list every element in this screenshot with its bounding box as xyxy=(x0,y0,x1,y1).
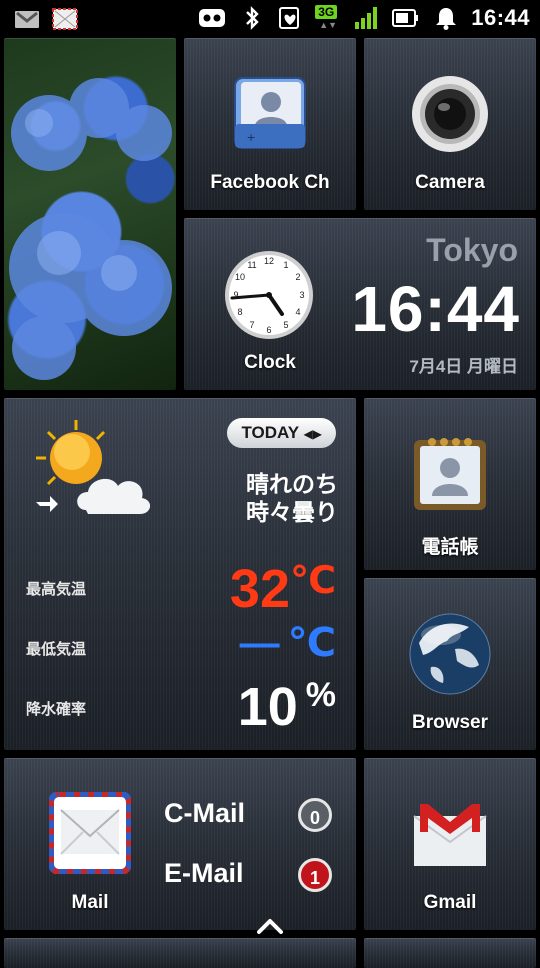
clock-tile[interactable]: 12 1 2 345 678 9 10 11 Clock Tokyo 16:44 7月4… xyxy=(184,218,536,390)
weather-tile[interactable]: TODAY ◀▶ 晴れのち 時々曇り 最高気温 32℃ 最低気温 — ℃ 降水確率… xyxy=(4,398,356,750)
weather-description: 晴れのち 時々曇り xyxy=(246,470,338,526)
status-bar: 3G ▲▼ 16:44 xyxy=(0,0,540,38)
high-temp-value: 32℃ xyxy=(230,558,336,620)
svg-text:10: 10 xyxy=(235,272,245,282)
partial-tile-left xyxy=(4,938,356,968)
mail-notification-icon xyxy=(52,8,78,30)
gmail-notification-icon xyxy=(15,11,39,28)
contacts-tile[interactable]: 電話帳 xyxy=(364,398,536,570)
address-book-icon xyxy=(414,438,486,510)
gmail-envelope-icon xyxy=(413,804,487,866)
today-label: TODAY xyxy=(241,423,299,442)
photo-widget[interactable] xyxy=(4,38,176,390)
high-temp-number: 32 xyxy=(229,559,290,619)
analog-clock-icon: 12 12 345 678 91011 xyxy=(225,251,313,339)
mail-label: Mail xyxy=(71,892,109,913)
facebook-chat-label: Facebook Ch xyxy=(210,172,330,193)
high-temp-unit: ℃ xyxy=(289,560,336,602)
rain-chance-number: 10 xyxy=(237,677,298,737)
gmail-label: Gmail xyxy=(423,892,477,913)
airmail-envelope-icon xyxy=(49,792,131,874)
chevron-up-icon[interactable] xyxy=(255,916,285,936)
svg-text:1: 1 xyxy=(283,260,288,270)
weather-description-line1: 晴れのち xyxy=(246,471,338,497)
status-time: 16:44 xyxy=(471,5,530,30)
sun-cloud-weather-icon xyxy=(36,420,151,514)
gmail-tile[interactable]: Gmail xyxy=(364,758,536,930)
camera-label: Camera xyxy=(415,172,485,193)
svg-text:8: 8 xyxy=(237,307,242,317)
email-label[interactable]: E-Mail xyxy=(164,858,244,889)
rain-chance-unit: % xyxy=(305,676,336,714)
today-toggle-button[interactable]: TODAY ◀▶ xyxy=(227,418,336,448)
low-temp-label: 最低気温 xyxy=(26,641,87,658)
signal-icon xyxy=(355,7,378,29)
low-temp-unit: ℃ xyxy=(287,621,336,665)
weather-description-line2: 時々曇り xyxy=(246,499,338,525)
browser-label: Browser xyxy=(411,712,489,733)
cmail-count-badge: 0 xyxy=(298,798,332,832)
rain-chance-label: 降水確率 xyxy=(26,701,87,718)
svg-text:5: 5 xyxy=(283,320,288,330)
svg-text:12: 12 xyxy=(264,256,274,266)
clock-city: Tokyo xyxy=(426,232,518,268)
svg-text:7: 7 xyxy=(249,320,254,330)
cmail-label[interactable]: C-Mail xyxy=(164,798,245,829)
battery-icon xyxy=(392,9,419,27)
mail-tile[interactable]: Mail C-Mail 0 E-Mail 1 xyxy=(4,758,356,930)
svg-text:11: 11 xyxy=(247,260,256,270)
bluetooth-icon xyxy=(246,6,259,30)
globe-icon xyxy=(409,613,491,695)
svg-text:2: 2 xyxy=(295,272,300,282)
clock-time: 16:44 xyxy=(351,273,520,345)
facebook-contacts-icon: + xyxy=(234,77,306,149)
voicemail-icon xyxy=(199,9,226,27)
facebook-chat-tile[interactable]: + Facebook Ch xyxy=(184,38,356,210)
heart-app-icon xyxy=(279,7,300,29)
alarm-bell-icon xyxy=(436,8,457,30)
camera-tile[interactable]: Camera xyxy=(364,38,536,210)
3g-icon: 3G ▲▼ xyxy=(315,5,341,31)
high-temp-label: 最高気温 xyxy=(26,581,87,598)
contacts-label: 電話帳 xyxy=(421,537,479,558)
email-count-badge: 1 xyxy=(298,858,332,892)
switch-arrows-icon: ◀▶ xyxy=(303,427,322,441)
svg-text:6: 6 xyxy=(266,325,271,335)
hydrangea-photo xyxy=(9,78,172,380)
clock-label: Clock xyxy=(244,352,296,373)
camera-lens-icon xyxy=(412,76,488,152)
partial-tile-right xyxy=(364,938,536,968)
svg-text:+: + xyxy=(247,129,255,145)
svg-text:3: 3 xyxy=(299,290,304,300)
clock-date: 7月4日 月曜日 xyxy=(409,357,518,376)
low-temp-value: — ℃ xyxy=(240,620,336,666)
svg-text:4: 4 xyxy=(295,307,300,317)
browser-tile[interactable]: Browser xyxy=(364,578,536,750)
low-temp-number: — xyxy=(239,621,280,665)
rain-chance-value: 10% xyxy=(238,676,336,738)
